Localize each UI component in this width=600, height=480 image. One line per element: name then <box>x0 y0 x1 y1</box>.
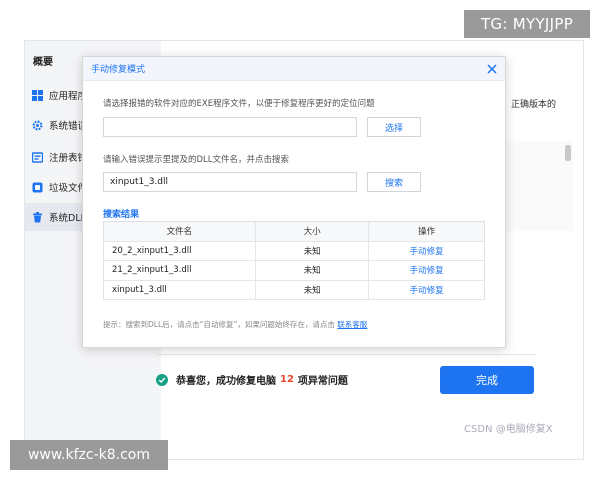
status-prefix: 恭喜您，成功修复电脑 <box>176 376 276 387</box>
manual-repair-link[interactable]: 手动修复 <box>410 266 444 276</box>
row-size: 未知 <box>254 241 369 261</box>
contact-support-link[interactable]: 联系客服 <box>337 320 367 329</box>
row-filename: xinput1_3.dll <box>103 280 256 300</box>
row-filename: 21_2_xinput1_3.dll <box>103 260 256 281</box>
sidebar-title: 概要 <box>33 57 53 68</box>
close-icon[interactable] <box>485 62 499 76</box>
watermark-csdn: CSDN @电脑修复X <box>464 424 553 435</box>
gear-icon <box>31 119 43 131</box>
manual-repair-dialog: 手动修复模式 请选择报错的软件对应的EXE程序文件，以便于修复程序更好的定位问题… <box>82 56 506 348</box>
table-header-row: 文件名 大小 操作 <box>103 221 485 242</box>
tip-body: 提示：搜索到DLL后，请点击“自动修复”，如果问题始终存在，请点击 <box>103 320 335 329</box>
screenshot-stage: 概要 应用程序 系统错误 注册表错 垃圾文件 系统DLL 正确版本的 恭喜您，成… <box>0 0 600 480</box>
exe-path-input[interactable] <box>103 117 357 137</box>
row-filename: 20_2_xinput1_3.dll <box>103 241 256 261</box>
main-scrollbar[interactable] <box>565 145 571 161</box>
table-row: xinput1_3.dll 未知 手动修复 <box>103 280 485 300</box>
table-row: 21_2_xinput1_3.dll 未知 手动修复 <box>103 260 485 281</box>
registry-icon <box>31 151 43 163</box>
main-side-panel <box>501 141 573 231</box>
dialog-header: 手动修复模式 <box>83 57 505 81</box>
watermark-tg-badge: TG: MYYJJPP <box>464 10 590 38</box>
junk-icon <box>31 181 43 193</box>
select-button[interactable]: 选择 <box>367 117 421 137</box>
watermark-url-badge: www.kfzc-k8.com <box>10 440 168 470</box>
dll-label: 请输入错误提示里提及的DLL文件名，并点击搜索 <box>103 155 290 165</box>
manual-repair-link[interactable]: 手动修复 <box>410 286 444 296</box>
exe-label: 请选择报错的软件对应的EXE程序文件，以便于修复程序更好的定位问题 <box>103 99 375 109</box>
status-count: 12 <box>280 374 294 385</box>
status-divider <box>156 354 536 355</box>
results-title: 搜索结果 <box>103 210 140 220</box>
row-size: 未知 <box>254 280 369 300</box>
table-row: 20_2_xinput1_3.dll 未知 手动修复 <box>103 241 485 261</box>
sidebar-item-label: 系统DLL <box>49 213 86 224</box>
results-table: 文件名 大小 操作 20_2_xinput1_3.dll 未知 手动修复 21_… <box>103 221 485 300</box>
check-icon <box>156 373 168 386</box>
dialog-title: 手动修复模式 <box>91 65 146 75</box>
manual-repair-link[interactable]: 手动修复 <box>410 247 444 257</box>
done-button[interactable]: 完成 <box>440 366 534 394</box>
main-partial-text: 正确版本的 <box>511 100 557 110</box>
trash-icon <box>31 211 43 223</box>
search-button[interactable]: 搜索 <box>367 172 421 192</box>
tip-text: 提示：搜索到DLL后，请点击“自动修复”，如果问题始终存在，请点击 联系客服 <box>103 319 367 330</box>
repair-status: 恭喜您，成功修复电脑 12 项异常问题 <box>156 372 348 387</box>
status-suffix: 项异常问题 <box>297 376 348 387</box>
dll-name-input[interactable]: xinput1_3.dll <box>103 172 357 192</box>
col-header-filename: 文件名 <box>103 221 256 242</box>
col-header-action: 操作 <box>368 221 485 242</box>
apps-icon <box>31 89 43 101</box>
col-header-size: 大小 <box>254 221 369 242</box>
row-size: 未知 <box>254 260 369 281</box>
